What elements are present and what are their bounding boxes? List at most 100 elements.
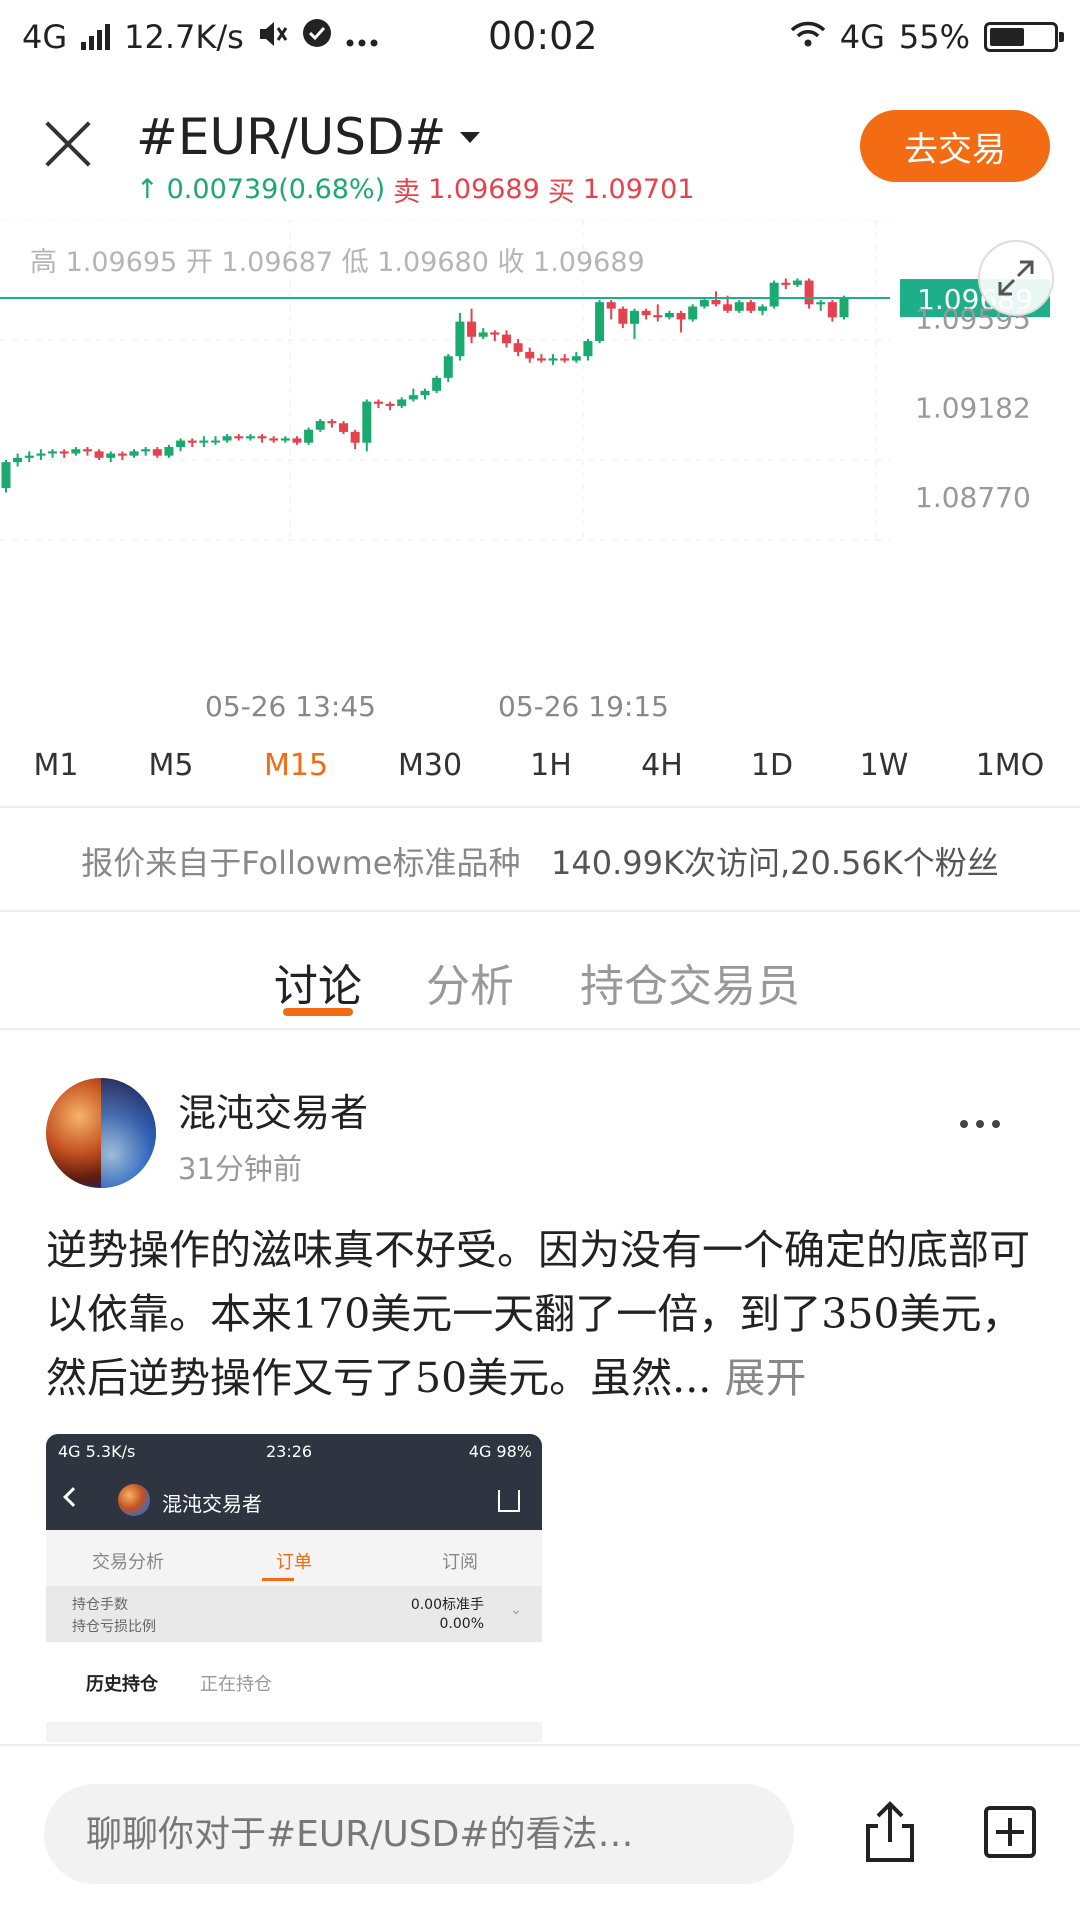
candle-body (548, 358, 558, 361)
candle-body (443, 356, 453, 378)
candle-body (48, 451, 58, 454)
candle-body (350, 431, 360, 443)
y-tick-label: 1.09182 (915, 392, 1031, 425)
battery-icon (984, 22, 1064, 52)
mute-icon (258, 18, 288, 56)
divider (0, 806, 1080, 808)
ohlc-readout: 高 1.09695 开 1.09687 低 1.09680 收 1.09689 (30, 247, 645, 278)
timeframe-1h[interactable]: 1H (530, 748, 572, 783)
candle-body (839, 297, 849, 318)
candle-body (71, 449, 81, 454)
timeframe-m1[interactable]: M1 (34, 748, 79, 783)
candle-body (432, 377, 442, 391)
content-tabs: 讨论 分析 持仓交易员 (0, 940, 1080, 1030)
wifi-icon (790, 18, 826, 56)
timeframe-1d[interactable]: 1D (751, 748, 793, 783)
embed-stat-value: 0.00标准手 (410, 1597, 484, 1613)
timeframe-m5[interactable]: M5 (149, 748, 194, 783)
share-button[interactable] (862, 1800, 918, 1864)
timeframe-1mo[interactable]: 1MO (976, 748, 1045, 783)
price-summary: ↑ 0.00739(0.68%) 卖 1.09689 买 1.09701 (136, 170, 694, 209)
candle-body (455, 321, 465, 357)
candle-body (734, 302, 744, 311)
candlestick-chart[interactable]: 1.096891.095951.091821.08770 (0, 220, 1080, 720)
timeframe-4h[interactable]: 4H (641, 748, 683, 783)
network-type: 4G (22, 18, 68, 56)
candle-body (59, 451, 69, 454)
divider (0, 1744, 1080, 1746)
candle-body (234, 436, 244, 439)
post-author[interactable]: 混沌交易者 (178, 1082, 368, 1137)
candle-body (501, 334, 511, 344)
candle-body (397, 399, 407, 406)
embed-tabs: 交易分析 订单 订阅 (46, 1530, 542, 1586)
tab-discussion[interactable]: 讨论 (274, 950, 362, 1014)
candle-body (280, 438, 290, 441)
candle-body (513, 343, 523, 352)
status-time: 00:02 (488, 14, 598, 58)
candle-body (315, 421, 325, 430)
close-button[interactable] (42, 118, 94, 170)
network-speed: 12.7K/s (124, 18, 244, 56)
comment-input[interactable] (44, 1784, 794, 1884)
candle-body (723, 304, 733, 311)
avatar[interactable] (46, 1078, 156, 1188)
candle-body (245, 436, 255, 439)
embed-stat-label: 持仓亏损比例 (72, 1619, 156, 1635)
candle-body (129, 451, 139, 456)
visit-stats: 140.99K次访问,20.56K个粉丝 (551, 844, 999, 882)
candle-body (676, 312, 686, 320)
candle-body (758, 306, 768, 311)
expand-chart-button[interactable] (978, 240, 1054, 316)
candle-body (385, 403, 395, 406)
signal-icon (81, 24, 111, 50)
embed-history-tabs: 历史持仓 正在持仓 (46, 1642, 542, 1722)
candle-body (152, 449, 162, 456)
timeframe-m15[interactable]: M15 (264, 748, 328, 783)
candle-body (408, 395, 418, 400)
embed-stats: 持仓手数 持仓亏损比例 0.00标准手 0.00% ⌄ (46, 1586, 542, 1642)
candle-body (804, 280, 814, 305)
embed-tab-indicator (262, 1578, 294, 1581)
expand-link[interactable]: 展开 (724, 1354, 806, 1402)
candle-body (327, 421, 337, 424)
candle-body (746, 302, 756, 311)
timeframe-1w[interactable]: 1W (860, 748, 909, 783)
candle-body (630, 310, 639, 324)
post-text: 逆势操作的滋味真不好受。因为没有一个确定的底部可以依靠。本来170美元一天翻了一… (46, 1226, 1030, 1402)
active-tab-indicator (283, 1008, 353, 1016)
add-post-button[interactable] (984, 1806, 1036, 1858)
candle-body (141, 449, 151, 452)
expand-icon (998, 260, 1034, 296)
timeframe-m30[interactable]: M30 (398, 748, 462, 783)
candle-body (13, 457, 23, 463)
candle-body (222, 436, 232, 441)
symbol-selector[interactable]: #EUR/USD# (136, 108, 481, 166)
status-left: 4G 12.7K/s (22, 18, 378, 56)
candle-body (711, 300, 721, 305)
tab-analysis[interactable]: 分析 (426, 950, 514, 1014)
buy-price: 1.09701 (582, 174, 695, 205)
embed-status-bar: 4G 5.3K/s 23:26 4G 98% (46, 1434, 542, 1470)
status-bar: 4G 12.7K/s 00:02 4G 55% (0, 0, 1080, 76)
quote-source-line: 报价来自于Followme标准品种 140.99K次访问,20.56K个粉丝 (0, 838, 1080, 884)
candle-body (1, 462, 11, 489)
candle-body (164, 447, 174, 456)
candle-body (24, 455, 34, 458)
tab-position-traders[interactable]: 持仓交易员 (580, 950, 800, 1014)
trade-button[interactable]: 去交易 (860, 110, 1050, 182)
candle-body (781, 282, 791, 285)
candle-body (199, 440, 209, 443)
post-body[interactable]: 逆势操作的滋味真不好受。因为没有一个确定的底部可以依靠。本来170美元一天翻了一… (46, 1218, 1036, 1410)
more-options-icon[interactable] (960, 1120, 1000, 1128)
candle-body (420, 390, 430, 396)
candle-body (304, 429, 314, 443)
embed-status-right: 4G 98% (468, 1442, 532, 1461)
candle-body (478, 332, 488, 337)
candle-body (176, 440, 186, 448)
post-image[interactable]: 4G 5.3K/s 23:26 4G 98% 混沌交易者 交易分析 订单 订阅 … (46, 1434, 542, 1742)
x-tick-label: 05-26 19:15 (498, 690, 669, 723)
embed-status-time: 23:26 (266, 1442, 313, 1461)
candle-body (257, 436, 267, 439)
candle-body (362, 401, 372, 443)
